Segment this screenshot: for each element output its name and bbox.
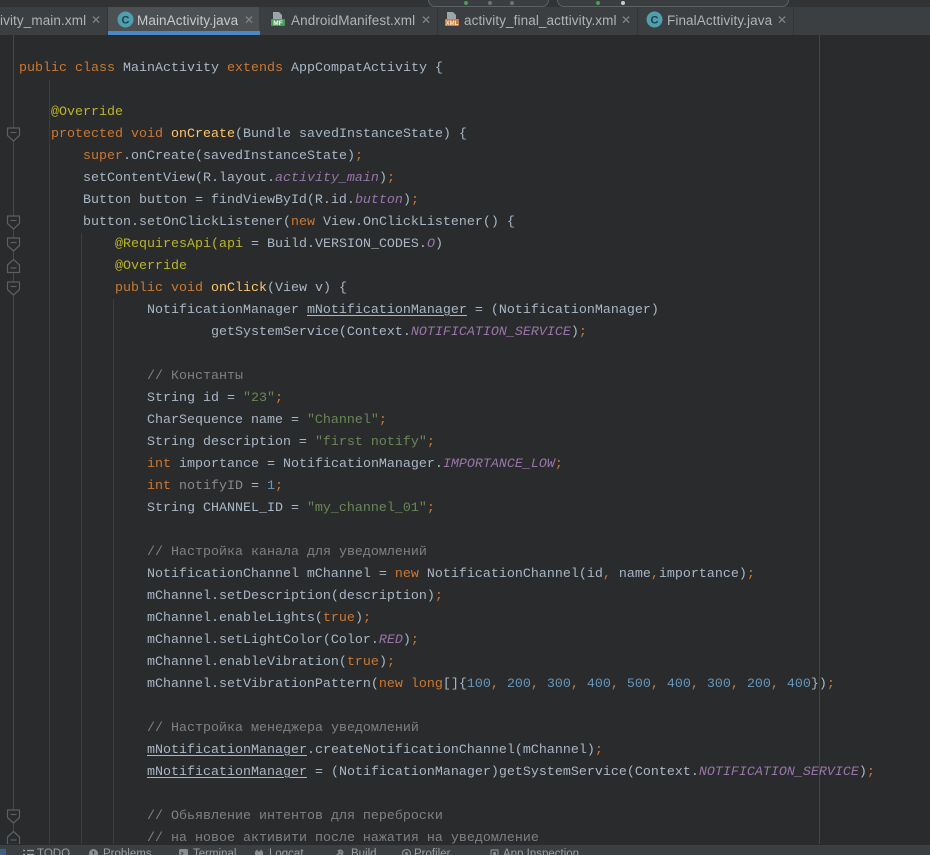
svg-text:MF: MF: [273, 20, 282, 27]
svg-text:C: C: [122, 15, 130, 27]
svg-text:XML: XML: [446, 21, 459, 27]
svg-text:C: C: [651, 15, 659, 27]
